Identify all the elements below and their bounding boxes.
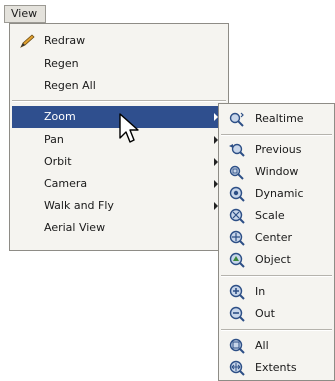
menu-item-label: Regen All [44, 79, 96, 92]
zoom-item-label: Object [255, 253, 291, 266]
zoom-window-icon [229, 165, 244, 180]
menu-item-aerial-view[interactable]: Aerial View [12, 217, 226, 239]
menu-item-regen-all[interactable]: Regen All [12, 75, 226, 97]
zoom-item-label: Out [255, 307, 275, 320]
menu-item-label: Camera [44, 177, 88, 190]
menu-item-redraw[interactable]: Redraw [12, 30, 226, 52]
menu-item-camera[interactable]: Camera [12, 173, 226, 195]
zoom-out-icon [229, 306, 245, 322]
zoom-realtime-icon [229, 112, 244, 127]
view-menu-title[interactable]: View [4, 5, 46, 23]
zoom-submenu: Realtime Previous Window Dynamic Scale C… [218, 103, 335, 381]
zoom-item-label: In [255, 285, 266, 298]
view-menu-label: View [11, 7, 38, 20]
zoom-in-icon [229, 284, 245, 300]
zoom-object-icon [229, 252, 245, 268]
redraw-pencil-icon [20, 34, 35, 48]
zoom-item-center[interactable]: Center [221, 227, 332, 249]
zoom-item-previous[interactable]: Previous [221, 139, 332, 161]
zoom-item-label: Previous [255, 143, 302, 156]
menu-item-label: Zoom [44, 110, 76, 123]
menu-item-label: Walk and Fly [44, 199, 114, 212]
zoom-item-window[interactable]: Window [221, 161, 332, 183]
zoom-item-label: All [255, 339, 269, 352]
zoom-item-all[interactable]: All [221, 335, 332, 357]
menu-item-label: Aerial View [44, 221, 106, 234]
zoom-item-in[interactable]: In [221, 281, 332, 303]
zoom-item-object[interactable]: Object [221, 249, 332, 271]
menu-item-label: Orbit [44, 155, 72, 168]
zoom-previous-icon [229, 143, 245, 157]
mouse-pointer-icon [119, 113, 139, 143]
zoom-dynamic-icon [229, 186, 245, 202]
zoom-center-icon [229, 230, 245, 246]
menu-separator [221, 275, 332, 277]
menu-item-label: Regen [44, 57, 79, 70]
zoom-scale-icon [229, 208, 245, 224]
zoom-item-out[interactable]: Out [221, 303, 332, 325]
zoom-item-scale[interactable]: Scale [221, 205, 332, 227]
menu-item-orbit[interactable]: Orbit [12, 151, 226, 173]
zoom-item-label: Scale [255, 209, 285, 222]
zoom-item-label: Dynamic [255, 187, 304, 200]
menu-item-label: Redraw [44, 34, 86, 47]
menu-item-label: Pan [44, 133, 64, 146]
menu-separator [12, 100, 226, 102]
menu-separator [221, 329, 332, 331]
zoom-extents-icon [229, 360, 245, 376]
menu-item-regen[interactable]: Regen [12, 53, 226, 75]
zoom-item-realtime[interactable]: Realtime [221, 108, 332, 130]
menu-item-walk-and-fly[interactable]: Walk and Fly [12, 195, 226, 217]
zoom-item-extents[interactable]: Extents [221, 357, 332, 379]
zoom-item-label: Extents [255, 361, 297, 374]
zoom-item-label: Center [255, 231, 293, 244]
zoom-all-icon [229, 338, 245, 354]
zoom-item-label: Window [255, 165, 299, 178]
zoom-item-label: Realtime [255, 112, 304, 125]
menu-separator [221, 134, 332, 136]
zoom-item-dynamic[interactable]: Dynamic [221, 183, 332, 205]
